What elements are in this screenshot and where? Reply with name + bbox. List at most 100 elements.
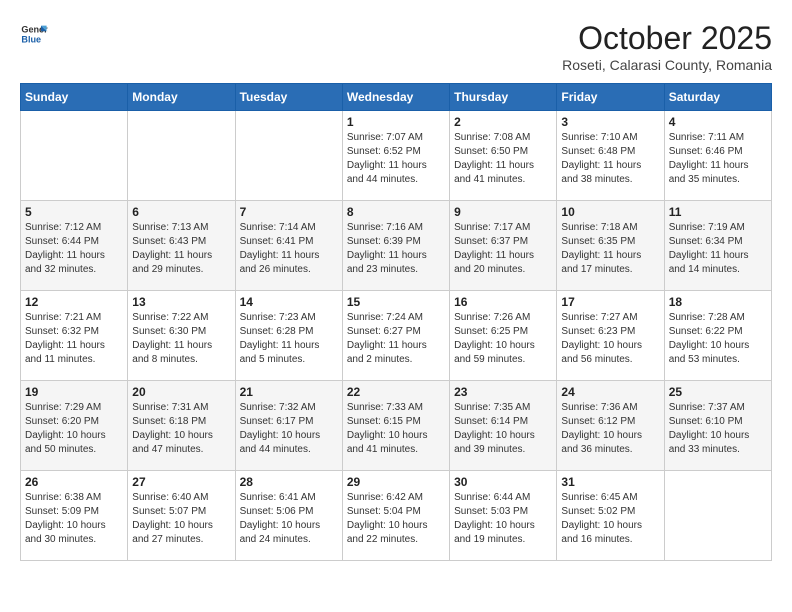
day-info: Sunrise: 6:38 AMSunset: 5:09 PMDaylight:… xyxy=(25,491,123,547)
day-number: 25 xyxy=(669,385,767,399)
day-number: 9 xyxy=(454,205,552,219)
month-title: October 2025 xyxy=(562,20,772,57)
day-number: 8 xyxy=(347,205,445,219)
calendar-cell: 18 Sunrise: 7:28 AMSunset: 6:22 PMDayligh… xyxy=(664,291,771,381)
day-info: Sunrise: 7:16 AMSunset: 6:39 PMDaylight:… xyxy=(347,221,445,277)
day-number: 23 xyxy=(454,385,552,399)
day-info: Sunrise: 7:21 AMSunset: 6:32 PMDaylight:… xyxy=(25,311,123,367)
calendar-cell: 25 Sunrise: 7:37 AMSunset: 6:10 PMDayligh… xyxy=(664,381,771,471)
calendar-cell: 10Sunrise: 7:18 AMSunset: 6:35 PMDayligh… xyxy=(557,201,664,291)
col-tuesday: Tuesday xyxy=(235,84,342,111)
calendar-cell: 14 Sunrise: 7:23 AMSunset: 6:28 PMDayligh… xyxy=(235,291,342,381)
day-info: Sunrise: 7:35 AMSunset: 6:14 PMDaylight:… xyxy=(454,401,552,457)
day-info: Sunrise: 7:28 AMSunset: 6:22 PMDaylight:… xyxy=(669,311,767,367)
day-number: 3 xyxy=(561,115,659,129)
day-info: Sunrise: 7:08 AMSunset: 6:50 PMDaylight:… xyxy=(454,131,552,187)
calendar-week-4: 19 Sunrise: 7:29 AMSunset: 6:20 PMDayligh… xyxy=(21,381,772,471)
col-sunday: Sunday xyxy=(21,84,128,111)
calendar-cell: 29Sunrise: 6:42 AMSunset: 5:04 PMDayligh… xyxy=(342,471,449,561)
day-number: 11 xyxy=(669,205,767,219)
day-info: Sunrise: 6:40 AMSunset: 5:07 PMDaylight:… xyxy=(132,491,230,547)
day-number: 18 xyxy=(669,295,767,309)
day-number: 7 xyxy=(240,205,338,219)
day-number: 26 xyxy=(25,475,123,489)
calendar-cell xyxy=(235,111,342,201)
col-friday: Friday xyxy=(557,84,664,111)
day-number: 29 xyxy=(347,475,445,489)
day-info: Sunrise: 7:33 AMSunset: 6:15 PMDaylight:… xyxy=(347,401,445,457)
calendar-cell xyxy=(664,471,771,561)
day-number: 6 xyxy=(132,205,230,219)
day-info: Sunrise: 7:19 AMSunset: 6:34 PMDaylight:… xyxy=(669,221,767,277)
calendar-cell: 19 Sunrise: 7:29 AMSunset: 6:20 PMDayligh… xyxy=(21,381,128,471)
day-number: 22 xyxy=(347,385,445,399)
day-number: 17 xyxy=(561,295,659,309)
logo-icon: General Blue xyxy=(20,20,48,48)
header: General Blue October 2025 Roseti, Calara… xyxy=(20,20,772,73)
day-number: 2 xyxy=(454,115,552,129)
day-info: Sunrise: 7:12 AMSunset: 6:44 PMDaylight:… xyxy=(25,221,123,277)
day-info: Sunrise: 7:22 AMSunset: 6:30 PMDaylight:… xyxy=(132,311,230,367)
day-info: Sunrise: 6:45 AMSunset: 5:02 PMDaylight:… xyxy=(561,491,659,547)
day-info: Sunrise: 7:26 AMSunset: 6:25 PMDaylight:… xyxy=(454,311,552,367)
calendar-table: Sunday Monday Tuesday Wednesday Thursday… xyxy=(20,83,772,561)
day-info: Sunrise: 7:17 AMSunset: 6:37 PMDaylight:… xyxy=(454,221,552,277)
calendar-week-3: 12 Sunrise: 7:21 AMSunset: 6:32 PMDayligh… xyxy=(21,291,772,381)
calendar-cell: 13Sunrise: 7:22 AMSunset: 6:30 PMDayligh… xyxy=(128,291,235,381)
day-number: 1 xyxy=(347,115,445,129)
day-number: 5 xyxy=(25,205,123,219)
calendar-week-2: 5 Sunrise: 7:12 AMSunset: 6:44 PMDaylight… xyxy=(21,201,772,291)
calendar-cell: 4Sunrise: 7:11 AMSunset: 6:46 PMDaylight… xyxy=(664,111,771,201)
day-info: Sunrise: 7:24 AMSunset: 6:27 PMDaylight:… xyxy=(347,311,445,367)
location-subtitle: Roseti, Calarasi County, Romania xyxy=(562,57,772,73)
calendar-cell: 22 Sunrise: 7:33 AMSunset: 6:15 PMDayligh… xyxy=(342,381,449,471)
calendar-cell: 30Sunrise: 6:44 AMSunset: 5:03 PMDayligh… xyxy=(450,471,557,561)
calendar-cell: 6 Sunrise: 7:13 AMSunset: 6:43 PMDaylight… xyxy=(128,201,235,291)
calendar-cell: 1 Sunrise: 7:07 AMSunset: 6:52 PMDaylight… xyxy=(342,111,449,201)
calendar-cell: 12 Sunrise: 7:21 AMSunset: 6:32 PMDayligh… xyxy=(21,291,128,381)
day-info: Sunrise: 7:11 AMSunset: 6:46 PMDaylight:… xyxy=(669,131,767,187)
header-row: Sunday Monday Tuesday Wednesday Thursday… xyxy=(21,84,772,111)
day-info: Sunrise: 7:32 AMSunset: 6:17 PMDaylight:… xyxy=(240,401,338,457)
calendar-cell: 27 Sunrise: 6:40 AMSunset: 5:07 PMDayligh… xyxy=(128,471,235,561)
day-info: Sunrise: 7:14 AMSunset: 6:41 PMDaylight:… xyxy=(240,221,338,277)
calendar-cell: 8 Sunrise: 7:16 AMSunset: 6:39 PMDaylight… xyxy=(342,201,449,291)
day-number: 14 xyxy=(240,295,338,309)
calendar-cell: 21 Sunrise: 7:32 AMSunset: 6:17 PMDayligh… xyxy=(235,381,342,471)
svg-text:Blue: Blue xyxy=(21,34,41,44)
calendar-cell: 17 Sunrise: 7:27 AMSunset: 6:23 PMDayligh… xyxy=(557,291,664,381)
day-info: Sunrise: 7:07 AMSunset: 6:52 PMDaylight:… xyxy=(347,131,445,187)
day-info: Sunrise: 7:10 AMSunset: 6:48 PMDaylight:… xyxy=(561,131,659,187)
day-number: 19 xyxy=(25,385,123,399)
calendar-cell xyxy=(128,111,235,201)
day-info: Sunrise: 7:29 AMSunset: 6:20 PMDaylight:… xyxy=(25,401,123,457)
col-saturday: Saturday xyxy=(664,84,771,111)
day-info: Sunrise: 7:13 AMSunset: 6:43 PMDaylight:… xyxy=(132,221,230,277)
day-info: Sunrise: 7:31 AMSunset: 6:18 PMDaylight:… xyxy=(132,401,230,457)
day-number: 21 xyxy=(240,385,338,399)
calendar-cell: 9 Sunrise: 7:17 AMSunset: 6:37 PMDaylight… xyxy=(450,201,557,291)
calendar-cell: 3 Sunrise: 7:10 AMSunset: 6:48 PMDaylight… xyxy=(557,111,664,201)
calendar-cell: 28 Sunrise: 6:41 AMSunset: 5:06 PMDayligh… xyxy=(235,471,342,561)
day-number: 31 xyxy=(561,475,659,489)
day-number: 27 xyxy=(132,475,230,489)
day-number: 28 xyxy=(240,475,338,489)
day-number: 16 xyxy=(454,295,552,309)
calendar-cell xyxy=(21,111,128,201)
calendar-week-1: 1 Sunrise: 7:07 AMSunset: 6:52 PMDaylight… xyxy=(21,111,772,201)
day-info: Sunrise: 7:23 AMSunset: 6:28 PMDaylight:… xyxy=(240,311,338,367)
title-area: October 2025 Roseti, Calarasi County, Ro… xyxy=(562,20,772,73)
day-info: Sunrise: 7:37 AMSunset: 6:10 PMDaylight:… xyxy=(669,401,767,457)
day-number: 24 xyxy=(561,385,659,399)
day-info: Sunrise: 6:41 AMSunset: 5:06 PMDaylight:… xyxy=(240,491,338,547)
day-number: 12 xyxy=(25,295,123,309)
day-info: Sunrise: 7:27 AMSunset: 6:23 PMDaylight:… xyxy=(561,311,659,367)
calendar-cell: 7 Sunrise: 7:14 AMSunset: 6:41 PMDaylight… xyxy=(235,201,342,291)
calendar-cell: 16 Sunrise: 7:26 AMSunset: 6:25 PMDayligh… xyxy=(450,291,557,381)
calendar-cell: 5 Sunrise: 7:12 AMSunset: 6:44 PMDaylight… xyxy=(21,201,128,291)
col-wednesday: Wednesday xyxy=(342,84,449,111)
day-info: Sunrise: 6:44 AMSunset: 5:03 PMDaylight:… xyxy=(454,491,552,547)
calendar-week-5: 26 Sunrise: 6:38 AMSunset: 5:09 PMDayligh… xyxy=(21,471,772,561)
day-number: 20 xyxy=(132,385,230,399)
logo: General Blue xyxy=(20,20,48,48)
